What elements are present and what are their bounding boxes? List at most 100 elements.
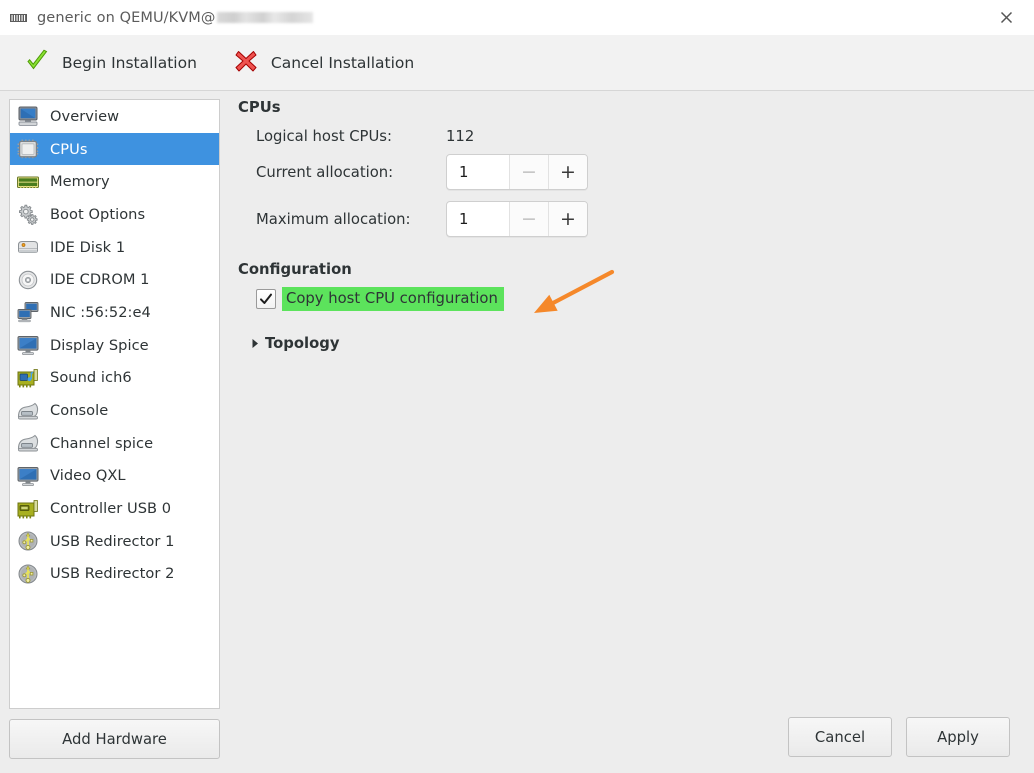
close-icon <box>1000 11 1012 24</box>
cancel-installation-label: Cancel Installation <box>270 53 415 72</box>
add-hardware-button[interactable]: Add Hardware <box>9 719 220 759</box>
copy-host-cpu-label[interactable]: Copy host CPU configuration <box>282 287 504 311</box>
display-icon <box>17 466 39 486</box>
gears-icon <box>15 202 41 226</box>
sidebar-item-cpus[interactable]: CPUs <box>10 132 219 166</box>
sidebar-item-label: Sound ich6 <box>50 369 132 387</box>
maximum-allocation-label: Maximum allocation: <box>256 210 411 228</box>
sidebar-item-console[interactable]: Console <box>10 394 219 427</box>
sidebar-item-controller-usb-0[interactable]: Controller USB 0 <box>10 492 219 525</box>
apply-button[interactable]: Apply <box>906 717 1010 757</box>
sidebar-item-usb-redirector-2[interactable]: USB Redirector 2 <box>10 558 219 591</box>
sidebar-item-label: Display Spice <box>50 336 149 354</box>
sidebar-item-overview[interactable]: Overview <box>10 100 219 133</box>
cancel-installation-button[interactable]: Cancel Installation <box>223 43 424 83</box>
current-allocation-decrement-button[interactable]: − <box>509 155 548 189</box>
sidebar-item-channel-spice[interactable]: Channel spice <box>10 427 219 460</box>
usb-icon <box>15 562 41 586</box>
console-icon <box>15 399 41 423</box>
window-title: generic on QEMU/KVM@ <box>37 10 313 26</box>
optical-disc-icon <box>15 268 41 292</box>
topology-label: Topology <box>265 334 340 352</box>
usb-controller-icon <box>17 499 38 518</box>
usb-controller-icon <box>15 497 41 521</box>
gears-icon <box>19 205 38 226</box>
sidebar-item-label: Overview <box>50 107 120 125</box>
sidebar-item-display-spice[interactable]: Display Spice <box>10 329 219 362</box>
sidebar-item-label: Memory <box>50 173 110 191</box>
usb-icon <box>15 529 41 553</box>
computer-icon <box>15 104 41 128</box>
green-check-icon <box>24 48 50 78</box>
cpus-section-title: CPUs <box>238 99 281 116</box>
begin-installation-button[interactable]: Begin Installation <box>14 43 207 83</box>
console-icon <box>15 431 41 455</box>
sidebar-item-label: USB Redirector 1 <box>50 532 175 550</box>
display-icon <box>15 464 41 488</box>
sidebar-item-ide-cdrom-1[interactable]: IDE CDROM 1 <box>10 263 219 296</box>
soundcard-icon <box>17 368 38 388</box>
window-close-button[interactable] <box>986 0 1026 35</box>
current-allocation-increment-button[interactable]: + <box>548 155 587 189</box>
topology-expander[interactable]: Topology <box>248 332 1020 354</box>
cancel-button[interactable]: Cancel <box>788 717 892 757</box>
harddisk-icon <box>18 241 38 254</box>
maximum-allocation-decrement-button[interactable]: − <box>509 202 548 236</box>
console-icon <box>17 402 39 419</box>
red-x-icon <box>233 48 259 78</box>
maximum-allocation-input[interactable] <box>447 202 509 236</box>
logical-host-cpus-value: 112 <box>446 127 475 145</box>
sidebar-item-label: Boot Options <box>50 205 146 223</box>
console-icon <box>17 434 39 452</box>
display-icon <box>17 336 39 356</box>
maximum-allocation-row: Maximum allocation: − + <box>256 200 1020 238</box>
memory-stick-icon <box>15 170 41 194</box>
main-panel: CPUs Logical host CPUs: 112 Current allo… <box>220 91 1034 773</box>
sidebar-item-label: CPUs <box>50 140 88 158</box>
sidebar-item-label: Controller USB 0 <box>50 500 172 518</box>
sidebar-item-usb-redirector-1[interactable]: USB Redirector 1 <box>10 525 219 558</box>
sidebar-item-label: Console <box>50 402 109 420</box>
maximum-allocation-increment-button[interactable]: + <box>548 202 587 236</box>
usb-icon <box>18 564 38 584</box>
begin-installation-label: Begin Installation <box>62 53 197 72</box>
usb-icon <box>18 531 38 551</box>
sidebar-item-label: Video QXL <box>50 467 126 485</box>
maximum-allocation-spinner[interactable]: − + <box>446 201 588 237</box>
logical-host-cpus-label: Logical host CPUs: <box>256 127 392 145</box>
sidebar-item-sound-ich6[interactable]: Sound ich6 <box>10 362 219 395</box>
sidebar-item-memory[interactable]: Memory <box>10 165 219 198</box>
checkmark-icon <box>260 293 272 304</box>
content-area: Overview CPUs Memory Boot Options IDE Disk 1… <box>0 91 1034 773</box>
sidebar-item-boot-options[interactable]: Boot Options <box>10 198 219 231</box>
sidebar-item-video-qxl[interactable]: Video QXL <box>10 460 219 493</box>
current-allocation-row: Current allocation: − + <box>256 153 1020 191</box>
sidebar-item-label: Channel spice <box>50 434 154 452</box>
configuration-section-title: Configuration <box>238 261 352 278</box>
memory-stick-icon <box>17 176 39 188</box>
current-allocation-spinner[interactable]: − + <box>446 154 588 190</box>
optical-disc-icon <box>18 270 38 290</box>
window-title-text: generic on QEMU/KVM@ <box>37 9 216 26</box>
display-icon <box>15 333 41 357</box>
chevron-right-icon <box>248 338 262 349</box>
computer-icon <box>18 106 38 127</box>
toolbar: Begin Installation Cancel Installation <box>0 35 1034 91</box>
titlebar: generic on QEMU/KVM@ <box>0 0 1034 35</box>
cpus-panel: CPUs Logical host CPUs: 112 Current allo… <box>220 91 1020 717</box>
soundcard-icon <box>15 366 41 390</box>
hardware-list[interactable]: Overview CPUs Memory Boot Options IDE Disk 1… <box>9 99 220 709</box>
cpu-chip-icon <box>17 139 39 159</box>
copy-host-cpu-checkbox[interactable] <box>256 289 276 309</box>
network-icon <box>15 300 41 324</box>
dialog-footer: Cancel Apply <box>220 717 1020 773</box>
copy-host-cpu-row: Copy host CPU configuration <box>256 286 1020 312</box>
sidebar-item-label: NIC :56:52:e4 <box>50 303 151 321</box>
sidebar-item-nic-56-52-e4[interactable]: NIC :56:52:e4 <box>10 296 219 329</box>
sidebar-item-label: USB Redirector 2 <box>50 565 175 583</box>
cpu-chip-icon <box>15 137 41 161</box>
virt-manager-window: generic on QEMU/KVM@ Begin Installation <box>0 0 1034 773</box>
window-title-redacted-host <box>216 11 313 23</box>
current-allocation-input[interactable] <box>447 155 509 189</box>
sidebar-item-ide-disk-1[interactable]: IDE Disk 1 <box>10 231 219 264</box>
